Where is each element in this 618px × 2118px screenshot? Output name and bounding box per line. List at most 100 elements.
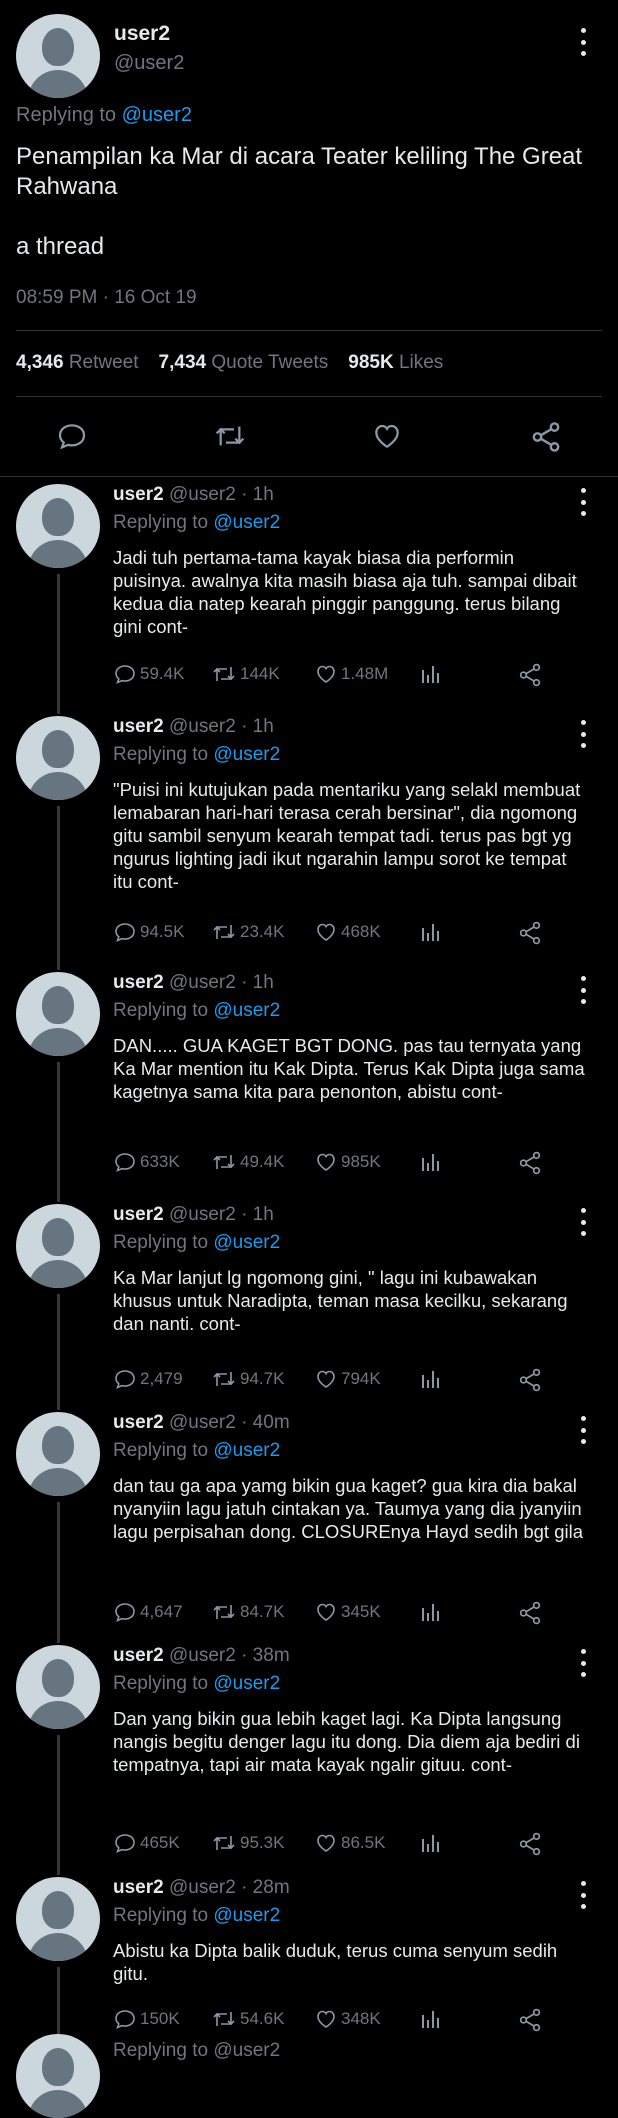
author-meta[interactable]: @user2 · 28m: [169, 1877, 290, 1898]
thread-reply[interactable]: user2 @user2 · 1h Replying to @user2 "Pu…: [0, 716, 618, 972]
thread-reply[interactable]: user2 @user2 · 38m Replying to @user2 Da…: [0, 1645, 618, 1877]
retweet-button[interactable]: 23.4K: [211, 920, 284, 944]
reply-button[interactable]: 2,479: [113, 1367, 183, 1391]
share-button[interactable]: [517, 2007, 543, 2033]
reply-button[interactable]: 4,647: [113, 1600, 183, 1624]
thread-reply[interactable]: user2 @user2 · 1h Replying to @user2 Jad…: [0, 484, 618, 716]
like-icon[interactable]: [371, 420, 403, 452]
retweet-button[interactable]: 49.4K: [211, 1150, 284, 1174]
share-button[interactable]: [517, 1831, 543, 1857]
more-options-icon[interactable]: [579, 720, 587, 748]
analytics-button[interactable]: [420, 1600, 442, 1624]
author-handle[interactable]: @user2: [114, 52, 184, 75]
avatar[interactable]: [16, 14, 100, 98]
replying-to-handle[interactable]: @user2: [213, 1232, 280, 1253]
reply-header: user2 @user2 · 28m: [113, 1877, 290, 1899]
analytics-button[interactable]: [420, 1367, 442, 1391]
reply-button[interactable]: 633K: [113, 1150, 180, 1174]
quote-stat[interactable]: 7,434 Quote Tweets: [159, 352, 329, 374]
like-button[interactable]: 1.48M: [314, 662, 388, 686]
author-name[interactable]: user2: [113, 484, 164, 505]
author-meta[interactable]: @user2 · 1h: [169, 716, 274, 737]
replying-to-handle[interactable]: @user2: [213, 1000, 280, 1021]
thread-reply[interactable]: user2 @user2 · 40m Replying to @user2 da…: [0, 1412, 618, 1645]
share-button[interactable]: [517, 1150, 543, 1176]
avatar[interactable]: [16, 1877, 100, 1961]
more-options-icon[interactable]: [579, 1208, 587, 1236]
more-options-icon[interactable]: [579, 1649, 587, 1677]
avatar[interactable]: [16, 1204, 100, 1288]
reply-button[interactable]: 94.5K: [113, 920, 184, 944]
analytics-button[interactable]: [420, 2007, 442, 2031]
thread-reply[interactable]: user2 @user2 · 28m Replying to @user2 Ab…: [0, 1877, 618, 2058]
retweet-button[interactable]: 95.3K: [211, 1831, 284, 1855]
replying-to: Replying to @user2: [113, 1232, 280, 1254]
author-meta[interactable]: @user2 · 38m: [169, 1645, 290, 1666]
retweet-button[interactable]: 84.7K: [211, 1600, 284, 1624]
avatar[interactable]: [16, 716, 100, 800]
analytics-button[interactable]: [420, 1150, 442, 1174]
share-button[interactable]: [517, 662, 543, 688]
more-options-icon[interactable]: [579, 28, 587, 56]
more-options-icon[interactable]: [579, 1416, 587, 1444]
reply-icon[interactable]: [56, 420, 88, 452]
retweet-icon[interactable]: [212, 420, 248, 452]
more-options-icon[interactable]: [579, 1881, 587, 1909]
reply-button[interactable]: 150K: [113, 2007, 180, 2031]
share-button[interactable]: [517, 920, 543, 946]
more-options-icon[interactable]: [579, 976, 587, 1004]
like-button[interactable]: 985K: [314, 1150, 381, 1174]
author-name[interactable]: user2: [113, 1645, 164, 1666]
replying-to-handle[interactable]: @user2: [213, 512, 280, 533]
analytics-button[interactable]: [420, 1831, 442, 1855]
author-meta[interactable]: @user2 · 1h: [169, 1204, 274, 1225]
replying-to-handle[interactable]: @user2: [213, 1673, 280, 1694]
retweet-count: 49.4K: [240, 1152, 285, 1171]
share-icon: [519, 1368, 541, 1392]
avatar[interactable]: [16, 1645, 100, 1729]
replying-to-handle[interactable]: @user2: [213, 1905, 280, 1926]
author-name[interactable]: user2: [113, 1204, 164, 1225]
retweet-stat[interactable]: 4,346 Retweet: [16, 352, 139, 374]
avatar[interactable]: [16, 484, 100, 568]
avatar[interactable]: [16, 2034, 100, 2118]
likes-stat[interactable]: 985K Likes: [348, 352, 443, 374]
retweet-button[interactable]: 94.7K: [211, 1367, 284, 1391]
author-name[interactable]: user2: [113, 1877, 164, 1898]
analytics-button[interactable]: [420, 920, 442, 944]
share-icon[interactable]: [529, 420, 563, 454]
thread-line: [57, 1735, 60, 1875]
like-button[interactable]: 345K: [314, 1600, 381, 1624]
reply-button[interactable]: 465K: [113, 1831, 180, 1855]
author-name[interactable]: user2: [113, 972, 164, 993]
replying-to-handle[interactable]: @user2: [213, 744, 280, 765]
replying-to-handle[interactable]: @user2: [122, 104, 192, 126]
avatar[interactable]: [16, 1412, 100, 1496]
thread-reply[interactable]: user2 @user2 · 1h Replying to @user2 Ka …: [0, 1204, 618, 1412]
like-icon: [317, 923, 335, 941]
author-meta[interactable]: @user2 · 40m: [169, 1412, 290, 1433]
author-name[interactable]: user2: [114, 22, 170, 46]
more-options-icon[interactable]: [579, 488, 587, 516]
like-button[interactable]: 348K: [314, 2007, 381, 2031]
replying-to-handle[interactable]: @user2: [213, 1440, 280, 1461]
reply-actions: 465K 95.3K 86.5K: [113, 1831, 553, 1861]
author-name[interactable]: user2: [113, 716, 164, 737]
retweet-button[interactable]: 144K: [211, 662, 280, 686]
analytics-button[interactable]: [420, 662, 442, 686]
author-meta[interactable]: @user2 · 1h: [169, 972, 274, 993]
author-meta[interactable]: @user2 · 1h: [169, 484, 274, 505]
share-button[interactable]: [517, 1600, 543, 1626]
share-button[interactable]: [517, 1367, 543, 1393]
like-button[interactable]: 468K: [314, 920, 381, 944]
tweet-timestamp[interactable]: 08:59 PM · 16 Oct 19: [16, 287, 197, 309]
thread-reply[interactable]: user2 @user2 · 1h Replying to @user2 DAN…: [0, 972, 618, 1204]
reply-icon: [115, 1834, 135, 1853]
author-name[interactable]: user2: [113, 1412, 164, 1433]
avatar[interactable]: [16, 972, 100, 1056]
like-button[interactable]: 794K: [314, 1367, 381, 1391]
like-button[interactable]: 86.5K: [314, 1831, 385, 1855]
next-reply-peek: Replying to @user2: [113, 2040, 281, 2061]
retweet-button[interactable]: 54.6K: [211, 2007, 284, 2031]
reply-button[interactable]: 59.4K: [113, 662, 184, 686]
